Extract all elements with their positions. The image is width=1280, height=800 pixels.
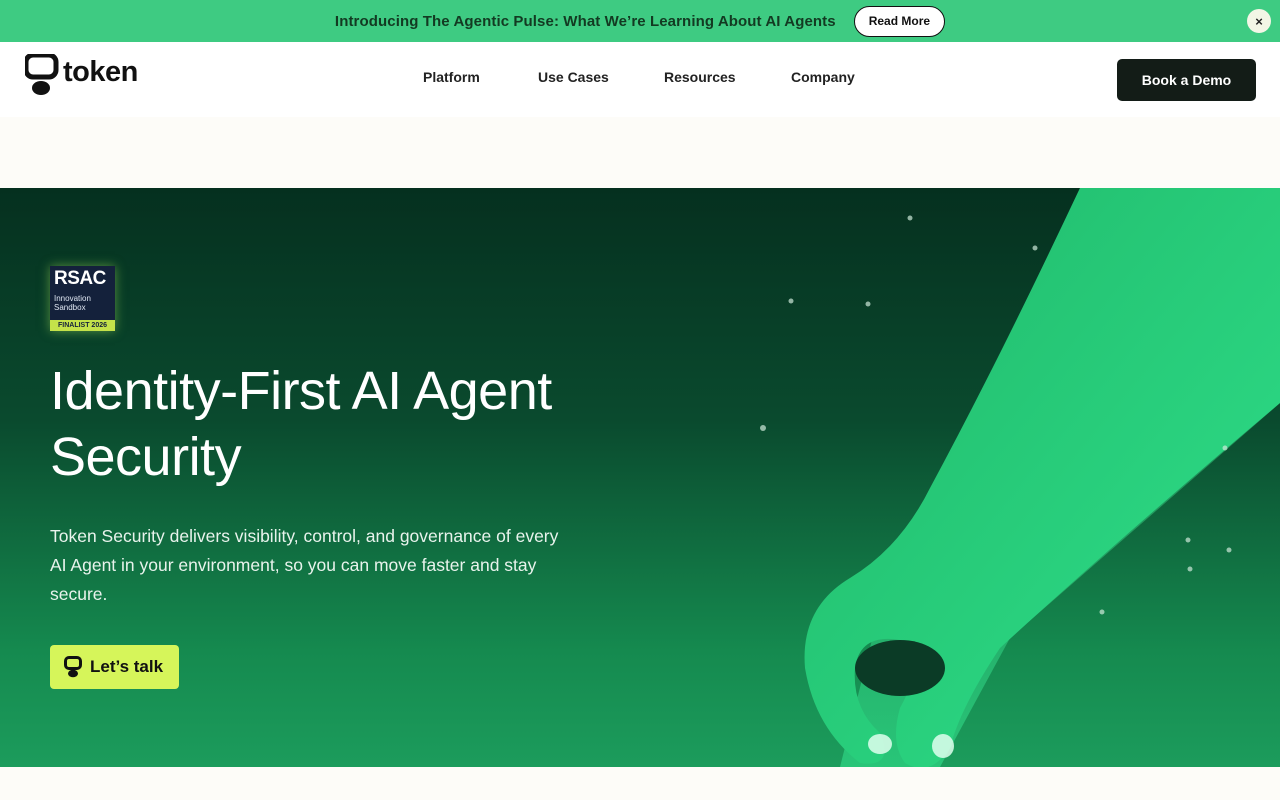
book-demo-button[interactable]: Book a Demo <box>1117 59 1256 101</box>
close-icon[interactable]: × <box>1247 9 1271 33</box>
hero-description: Token Security delivers visibility, cont… <box>50 526 559 604</box>
announcement-text: Introducing The Agentic Pulse: What We’r… <box>334 12 836 30</box>
hero-section: RSAC Innovation Sandbox FINALIST 2026 Id… <box>0 188 1280 767</box>
main-nav: Platform Use Cases Resources Company <box>0 42 1280 117</box>
header-spacer <box>0 117 1280 188</box>
page-bottom <box>0 767 1280 800</box>
token-logo-icon <box>64 656 82 678</box>
nav-resources[interactable]: Resources <box>664 69 736 85</box>
lets-talk-button[interactable]: Let’s talk <box>50 645 179 689</box>
announcement-bar: Introducing The Agentic Pulse: What We’r… <box>0 0 1280 42</box>
rsac-finalist-badge: RSAC Innovation Sandbox FINALIST 2026 <box>50 266 115 331</box>
badge-line-2: Sandbox <box>54 303 86 312</box>
site-header: token Platform Use Cases Resources Compa… <box>0 42 1280 117</box>
badge-title: RSAC <box>54 268 106 289</box>
hero-title: Identity-First AI Agent Security <box>50 361 552 487</box>
nav-company[interactable]: Company <box>791 69 855 85</box>
lets-talk-label: Let’s talk <box>90 657 164 676</box>
nav-use-cases[interactable]: Use Cases <box>538 69 609 85</box>
badge-finalist: FINALIST 2026 <box>50 320 115 331</box>
badge-line-1: Innovation <box>54 294 91 303</box>
nav-platform[interactable]: Platform <box>423 69 480 85</box>
read-more-button[interactable]: Read More <box>853 5 946 37</box>
